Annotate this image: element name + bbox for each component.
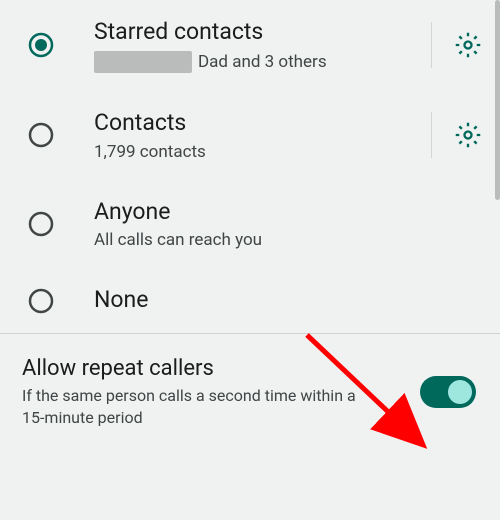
option-title: Anyone xyxy=(94,198,482,227)
option-subtitle: 1,799 contacts xyxy=(94,142,421,162)
option-text: Anyone All calls can reach you xyxy=(94,198,482,251)
radio-unselected-icon xyxy=(28,122,54,148)
option-anyone[interactable]: Anyone All calls can reach you xyxy=(0,180,500,269)
radio-unselected-icon xyxy=(28,211,54,237)
gear-icon[interactable] xyxy=(454,121,482,149)
call-from-options: Starred contacts Dad and 3 others Contac… xyxy=(0,0,500,333)
gear-icon[interactable] xyxy=(454,31,482,59)
option-title: Contacts xyxy=(94,109,421,138)
option-subtitle: Dad and 3 others xyxy=(94,51,421,73)
option-title: None xyxy=(94,286,482,315)
vertical-divider xyxy=(431,112,432,158)
option-contacts[interactable]: Contacts 1,799 contacts xyxy=(0,91,500,180)
option-none[interactable]: None xyxy=(0,268,500,333)
option-starred-contacts[interactable]: Starred contacts Dad and 3 others xyxy=(0,0,500,91)
vertical-divider xyxy=(431,22,432,68)
option-text: None xyxy=(94,286,482,315)
option-text: Contacts 1,799 contacts xyxy=(94,109,421,162)
allow-repeat-callers-row[interactable]: Allow repeat callers If the same person … xyxy=(0,334,500,450)
repeat-subtitle: If the same person calls a second time w… xyxy=(22,385,362,428)
option-title: Starred contacts xyxy=(94,18,421,47)
redacted-name xyxy=(94,51,192,73)
repeat-text: Allow repeat callers If the same person … xyxy=(22,356,420,428)
radio-unselected-icon xyxy=(28,288,54,314)
repeat-callers-toggle[interactable] xyxy=(420,376,476,408)
option-text: Starred contacts Dad and 3 others xyxy=(94,18,421,73)
option-subtitle: All calls can reach you xyxy=(94,230,482,250)
repeat-title: Allow repeat callers xyxy=(22,356,408,381)
radio-selected-icon xyxy=(28,32,54,58)
